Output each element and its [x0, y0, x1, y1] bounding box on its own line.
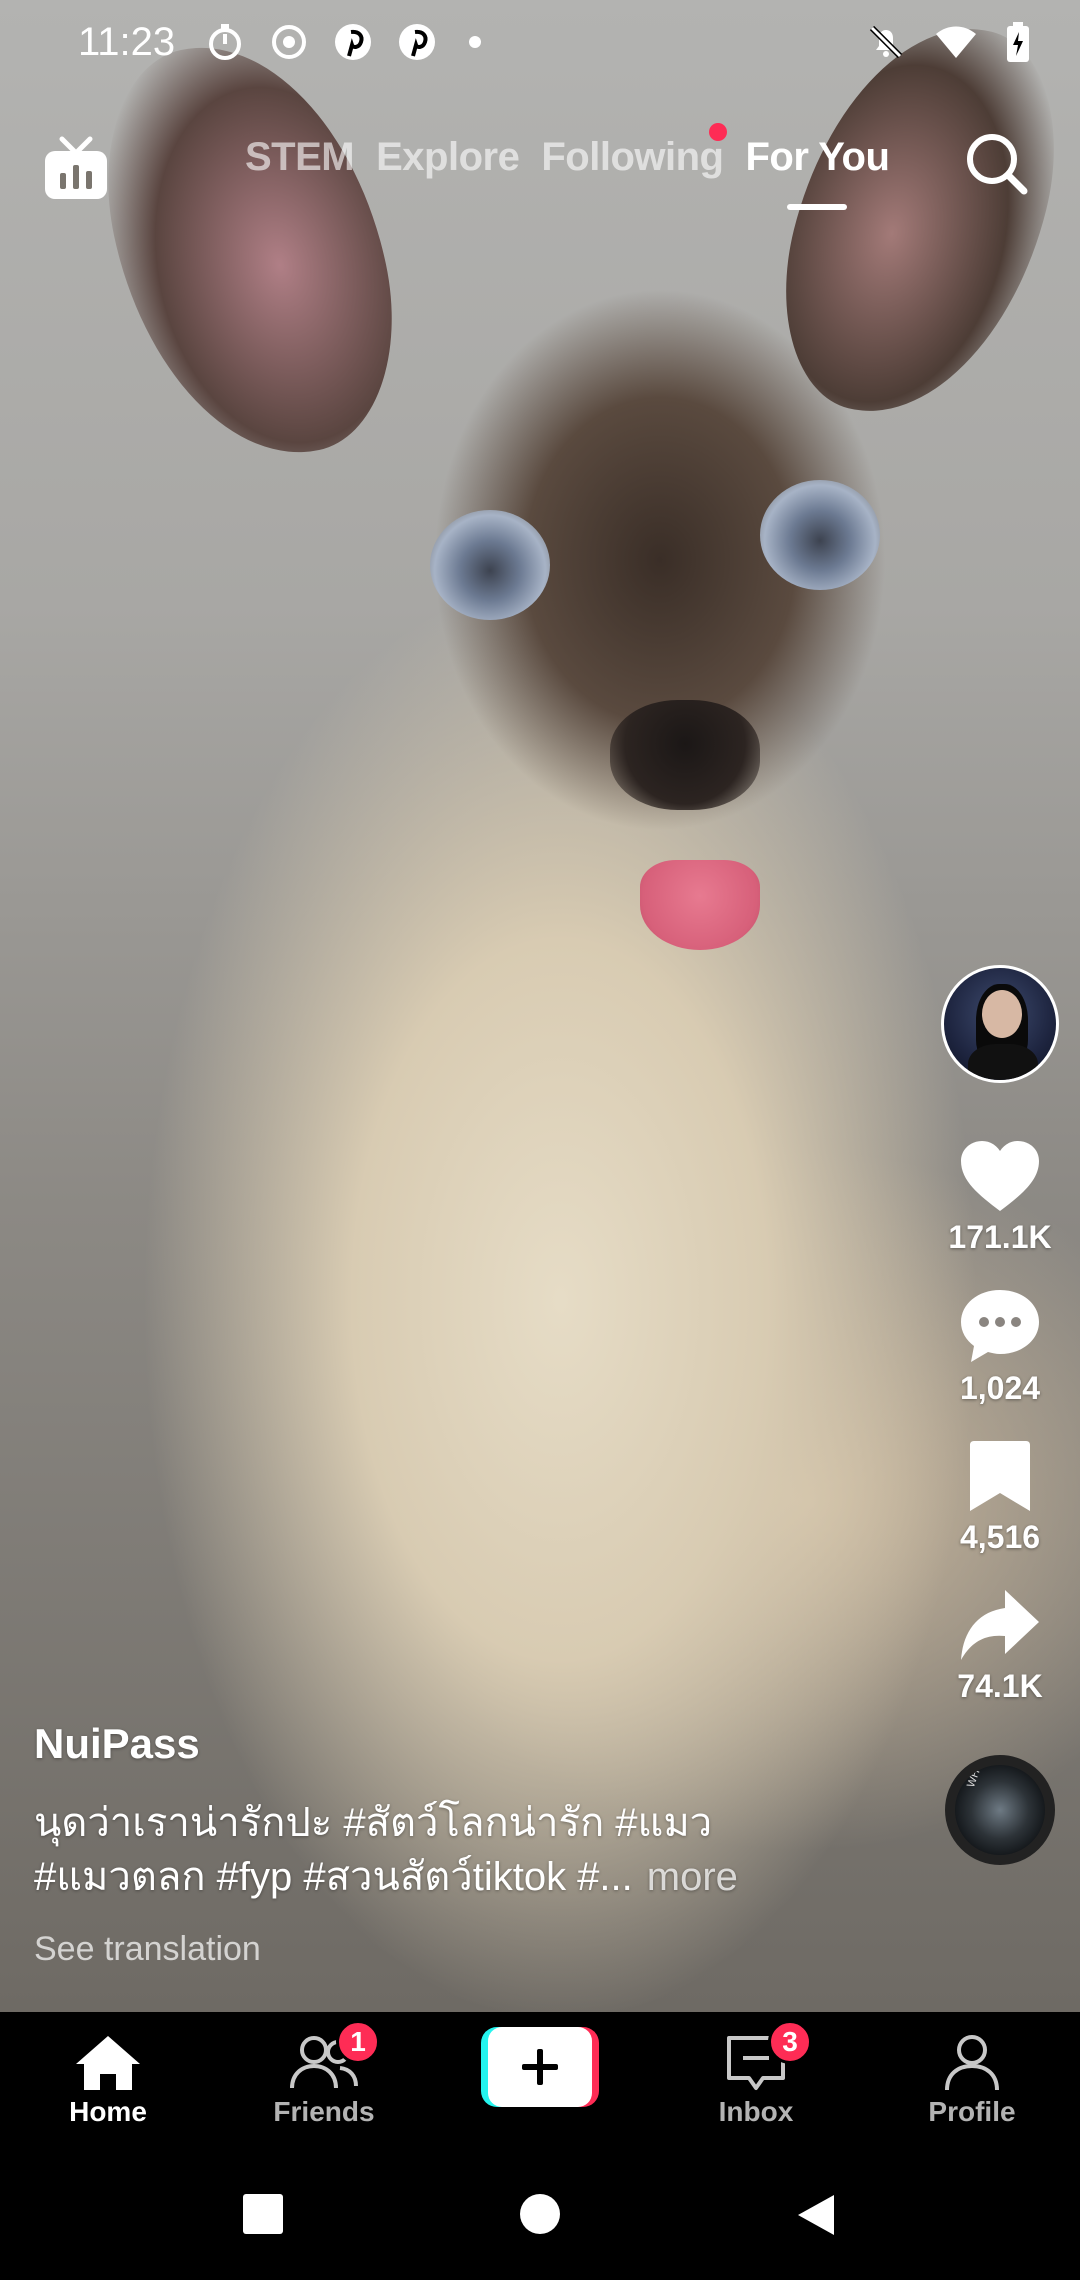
live-tv-button[interactable] — [40, 133, 112, 205]
tab-explore[interactable]: Explore — [376, 135, 520, 180]
search-icon — [967, 134, 1028, 195]
like-count: 171.1K — [948, 1219, 1052, 1255]
record-icon — [272, 25, 306, 59]
recents-square-icon[interactable] — [242, 2193, 284, 2235]
save-count: 4,516 — [959, 1519, 1041, 1555]
pinterest-icon — [399, 24, 435, 60]
mute-bell-icon — [869, 25, 903, 59]
video-caption: NuiPass นุดว่าเราน่ารักปะ #สัตว์โลกน่ารั… — [34, 1720, 834, 1969]
share-count: 74.1K — [957, 1668, 1043, 1704]
nav-home[interactable]: Home — [8, 2012, 208, 2157]
nav-profile[interactable]: Profile — [872, 2012, 1072, 2157]
timer-icon — [209, 24, 241, 60]
feed-tabs: STEM Explore Following For You — [245, 123, 890, 180]
top-navigation: STEM Explore Following For You — [0, 115, 1080, 225]
more-notifications-dot-icon — [469, 36, 481, 48]
see-translation-link[interactable]: See translation — [34, 1930, 834, 1969]
new-content-dot-icon — [709, 123, 728, 141]
status-time: 11:23 — [78, 20, 176, 64]
tab-for-you[interactable]: For You — [745, 135, 889, 180]
bottom-navigation: Home Friends 1 Inbox 3 Profile — [0, 2012, 1080, 2157]
live-tv-icon — [45, 136, 107, 199]
like-button[interactable]: 171.1K — [948, 1139, 1052, 1256]
nav-inbox-label: Inbox — [718, 2096, 794, 2127]
music-disc[interactable]: WHY SO HARD — [945, 1755, 1055, 1865]
cat-eye-left — [430, 510, 550, 620]
share-arrow-icon — [960, 1590, 1039, 1660]
nav-friends-label: Friends — [273, 2096, 375, 2127]
cat-nose — [610, 700, 760, 810]
create-button[interactable] — [481, 2027, 599, 2107]
heart-icon — [961, 1141, 1039, 1211]
inbox-badge: 3 — [768, 2020, 812, 2064]
creator-avatar[interactable] — [941, 965, 1059, 1083]
battery-charging-icon — [1007, 22, 1029, 62]
back-triangle-icon[interactable] — [796, 2193, 836, 2237]
status-system-icons — [866, 22, 1030, 62]
action-rail: 171.1K 1,024 4,516 74.1K WHY SO HARD — [940, 965, 1060, 1865]
avatar-face — [982, 990, 1022, 1038]
system-navigation-bar — [0, 2157, 1080, 2280]
plus-icon — [522, 2049, 558, 2085]
description-line-2: #แมวตลก #fyp #สวนสัตว์tiktok #... more — [34, 1850, 834, 1904]
video-player[interactable] — [0, 0, 1080, 2012]
save-button[interactable]: 4,516 — [960, 1439, 1040, 1556]
tab-stem[interactable]: STEM — [245, 135, 355, 180]
creator-username[interactable]: NuiPass — [34, 1720, 834, 1768]
nav-home-label: Home — [69, 2096, 147, 2127]
home-icon — [76, 2036, 140, 2090]
cat-tongue — [640, 860, 760, 950]
pinterest-icon — [335, 24, 371, 60]
comment-button[interactable]: 1,024 — [959, 1288, 1041, 1407]
wifi-icon — [936, 26, 976, 58]
comment-bubble-icon — [961, 1290, 1039, 1362]
avatar-body — [968, 1044, 1038, 1080]
status-notification-icons — [205, 22, 481, 62]
nav-friends[interactable]: Friends 1 — [224, 2012, 424, 2157]
home-circle-icon[interactable] — [519, 2193, 561, 2235]
nav-inbox[interactable]: Inbox 3 — [656, 2012, 856, 2157]
description-line-2-text: #แมวตลก #fyp #สวนสัตว์tiktok #... — [34, 1855, 633, 1899]
description-line-1: นุดว่าเราน่ารักปะ #สัตว์โลกน่ารัก #แมว — [34, 1801, 713, 1845]
bookmark-icon — [969, 1441, 1030, 1511]
cat-eye-right — [760, 480, 880, 590]
status-bar: 11:23 — [0, 0, 1080, 90]
video-description[interactable]: นุดว่าเราน่ารักปะ #สัตว์โลกน่ารัก #แมว #… — [34, 1796, 834, 1904]
more-button[interactable]: more — [647, 1855, 738, 1899]
create-button-face — [488, 2027, 592, 2107]
music-disc-label: WHY SO HARD — [965, 1765, 1003, 1789]
friends-badge: 1 — [336, 2020, 380, 2064]
tab-following[interactable]: Following — [541, 123, 728, 180]
share-button[interactable]: 74.1K — [957, 1588, 1043, 1705]
comment-count: 1,024 — [959, 1370, 1041, 1406]
nav-profile-label: Profile — [928, 2096, 1016, 2127]
profile-icon — [945, 2035, 999, 2091]
search-button[interactable] — [962, 129, 1032, 199]
tab-following-label: Following — [541, 135, 724, 179]
